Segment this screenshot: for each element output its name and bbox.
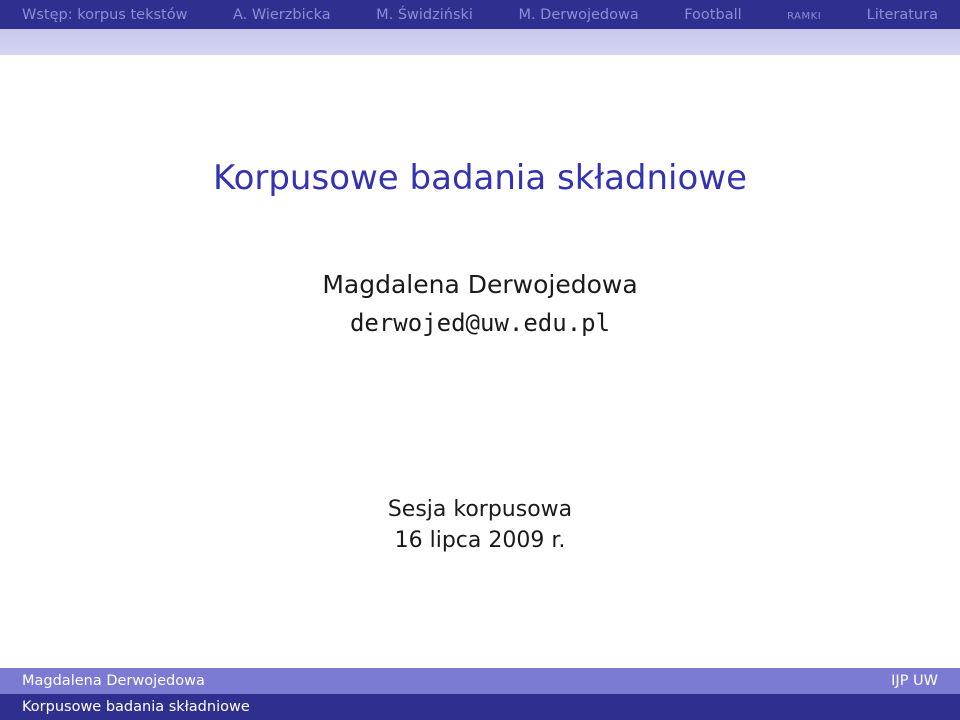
subsection-bar <box>0 29 960 55</box>
footer-author-bar: Magdalena Derwojedowa IJP UW <box>0 668 960 694</box>
author-email[interactable]: derwojed@uw.edu.pl <box>0 309 960 337</box>
footer-institution: IJP UW <box>891 673 938 689</box>
nav-item-wstep[interactable]: Wstęp: korpus tekstów <box>22 7 187 23</box>
event-name: Sesja korpusowa <box>387 497 573 522</box>
nav-item-swidzinski[interactable]: M. Świdziński <box>376 7 473 23</box>
footer-title-bar: Korpusowe badania składniowe <box>0 694 960 720</box>
nav-item-derwojedowa[interactable]: M. Derwojedowa <box>518 7 638 23</box>
nav-item-football[interactable]: Football <box>684 7 741 23</box>
footer-author: Magdalena Derwojedowa <box>22 673 205 689</box>
slide-title: Korpusowe badania składniowe <box>212 158 748 198</box>
author-name: Magdalena Derwojedowa <box>322 270 638 299</box>
footer-short-title: Korpusowe badania składniowe <box>22 699 250 715</box>
section-navigation-bar: Wstęp: korpus tekstów A. Wierzbicka M. Ś… <box>0 0 960 29</box>
nav-item-ramki[interactable]: ramki <box>787 7 821 23</box>
nav-item-wierzbicka[interactable]: A. Wierzbicka <box>233 7 331 23</box>
nav-item-literatura[interactable]: Literatura <box>867 7 938 23</box>
event-date: 16 lipca 2009 r. <box>394 528 566 553</box>
